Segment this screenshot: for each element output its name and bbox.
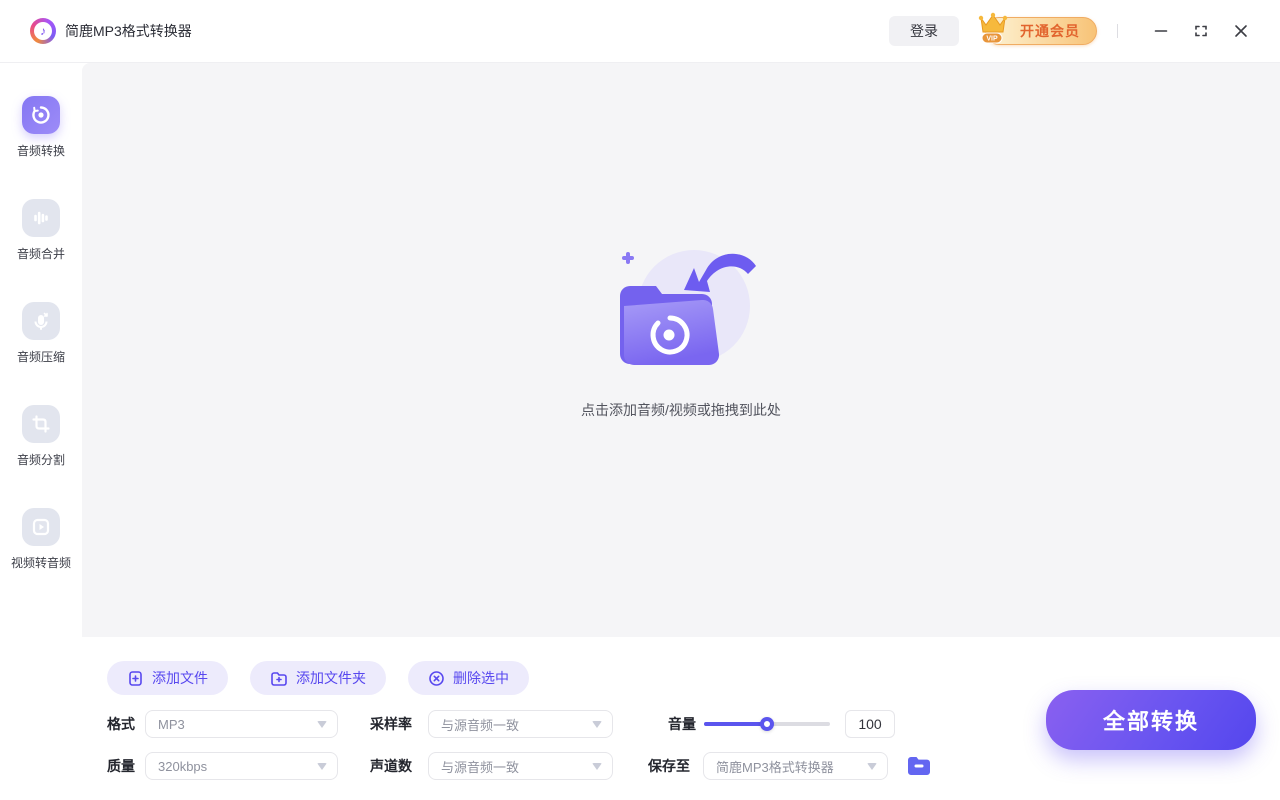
dropzone-hint: 点击添加音频/视频或拖拽到此处	[581, 400, 781, 420]
minimize-button[interactable]	[1146, 16, 1176, 46]
bottom-panel: 添加文件 添加文件夹 删除选中 格式 MP3 采样率 与源音频一致	[0, 637, 1280, 800]
add-files-illustration	[586, 240, 776, 380]
delete-selected-button[interactable]: 删除选中	[408, 661, 529, 695]
vip-button-label: 开通会员	[1020, 21, 1080, 41]
add-file-button[interactable]: 添加文件	[107, 661, 228, 695]
toolbar: 添加文件 添加文件夹 删除选中	[107, 661, 529, 695]
chevron-down-icon	[317, 763, 327, 770]
convert-all-button[interactable]: 全部转换	[1046, 690, 1256, 750]
add-folder-label: 添加文件夹	[296, 668, 366, 688]
chevron-down-icon	[317, 721, 327, 728]
vip-button[interactable]: VIP 开通会员	[985, 17, 1097, 45]
login-button[interactable]: 登录	[889, 16, 959, 46]
add-file-label: 添加文件	[152, 668, 208, 688]
sample-rate-setting: 采样率 与源音频一致	[370, 710, 613, 738]
sidebar-item-label: 音频合并	[17, 245, 65, 262]
crown-vip-icon: VIP	[973, 8, 1013, 48]
audio-convert-icon	[22, 96, 60, 134]
open-folder-button[interactable]	[906, 755, 932, 778]
sample-rate-select[interactable]: 与源音频一致	[428, 710, 613, 738]
header-divider	[1117, 24, 1118, 38]
quality-setting: 质量 320kbps	[107, 752, 338, 780]
sidebar-item-video-to-audio[interactable]: 视频转音频	[0, 508, 82, 571]
quality-select[interactable]: 320kbps	[145, 752, 338, 780]
sidebar-item-label: 音频压缩	[17, 348, 65, 365]
app-logo-icon: ♪	[30, 18, 56, 44]
save-to-select[interactable]: 简鹿MP3格式转换器	[703, 752, 888, 780]
delete-selected-label: 删除选中	[453, 668, 509, 688]
save-to-setting: 保存至 简鹿MP3格式转换器	[648, 752, 932, 780]
sample-rate-label: 采样率	[370, 714, 412, 734]
sidebar-item-label: 视频转音频	[11, 554, 71, 571]
volume-slider[interactable]	[704, 717, 830, 731]
volume-slider-fill	[704, 722, 767, 726]
format-setting: 格式 MP3	[107, 710, 338, 738]
sidebar-item-audio-convert[interactable]: 音频转换	[0, 96, 82, 159]
save-to-label: 保存至	[648, 756, 690, 776]
channels-setting: 声道数 与源音频一致	[370, 752, 613, 780]
dropzone[interactable]: 点击添加音频/视频或拖拽到此处	[82, 63, 1280, 637]
quality-value: 320kbps	[158, 759, 207, 774]
chevron-down-icon	[592, 763, 602, 770]
add-folder-button[interactable]: 添加文件夹	[250, 661, 386, 695]
plus-icon	[624, 254, 632, 262]
sample-rate-value: 与源音频一致	[441, 715, 519, 734]
music-note-icon: ♪	[34, 22, 52, 40]
volume-label: 音量	[668, 714, 696, 734]
channels-select[interactable]: 与源音频一致	[428, 752, 613, 780]
close-button[interactable]	[1226, 16, 1256, 46]
maximize-button[interactable]	[1186, 16, 1216, 46]
close-icon	[1233, 23, 1249, 39]
format-select[interactable]: MP3	[145, 710, 338, 738]
app-title: 简鹿MP3格式转换器	[65, 21, 192, 41]
vip-badge-text: VIP	[986, 36, 998, 43]
audio-compress-icon	[22, 302, 60, 340]
app-logo: ♪ 简鹿MP3格式转换器	[30, 18, 192, 44]
volume-input[interactable]	[845, 710, 895, 738]
volume-slider-knob[interactable]	[760, 717, 774, 731]
circle-x-icon	[428, 670, 445, 687]
minimize-icon	[1153, 23, 1169, 39]
format-value: MP3	[158, 717, 185, 732]
audio-split-icon	[22, 405, 60, 443]
channels-label: 声道数	[370, 756, 412, 776]
chevron-down-icon	[867, 763, 877, 770]
sidebar-item-label: 音频转换	[17, 142, 65, 159]
maximize-icon	[1193, 23, 1209, 39]
chevron-down-icon	[592, 721, 602, 728]
title-bar: ♪ 简鹿MP3格式转换器 登录 VIP 开通会员	[0, 0, 1280, 63]
video-to-audio-icon	[22, 508, 60, 546]
file-plus-icon	[127, 670, 144, 687]
folder-icon	[906, 755, 932, 778]
channels-value: 与源音频一致	[441, 757, 519, 776]
sidebar-item-audio-split[interactable]: 音频分割	[0, 405, 82, 468]
sidebar-item-audio-merge[interactable]: 音频合并	[0, 199, 82, 262]
audio-merge-icon	[22, 199, 60, 237]
sidebar-item-audio-compress[interactable]: 音频压缩	[0, 302, 82, 365]
volume-setting: 音量	[668, 710, 895, 738]
quality-label: 质量	[107, 756, 135, 776]
format-label: 格式	[107, 714, 135, 734]
folder-plus-icon	[270, 670, 288, 687]
sidebar-item-label: 音频分割	[17, 451, 65, 468]
save-to-value: 简鹿MP3格式转换器	[716, 757, 834, 776]
